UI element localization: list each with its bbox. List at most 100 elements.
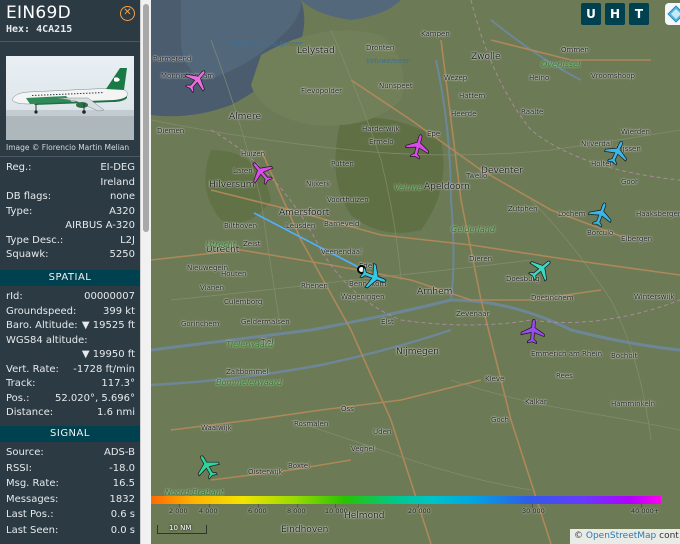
aircraft-icon-boxtel[interactable] [193,452,221,480]
attribution-osm-link[interactable]: OpenStreetMap [586,531,656,541]
map-water-label: Veluwemeer [366,57,410,65]
info-row-key: Messages: [6,493,59,505]
signal-section-header[interactable]: SIGNAL [0,426,140,442]
altitude-tick-label: 20 000 [408,507,431,515]
map-place-label: Amersfoort [279,208,330,218]
info-row: Distance: 1.6 nmi [6,406,135,420]
map-place-label: Dieren [469,255,493,263]
info-row-value: -1728 ft/min [73,363,135,375]
map-place-label: Bilthoven [224,222,258,230]
aircraft-icon-lochem[interactable] [587,200,615,228]
aircraft-icon-hilversum[interactable] [247,158,275,186]
photo-credit: Image © Florencio Martin Melian [6,143,130,152]
info-row: Groundspeed: 399 kt [6,305,135,319]
info-row-key: Pos.: [6,392,30,404]
info-row: Ireland [6,176,135,190]
info-row: Reg.: EI-DEG [6,161,135,175]
map-place-label: Oss [341,405,354,413]
altitude-tick-label: 10 000 [325,507,348,515]
map-place-label: Geldermalsen [241,318,290,326]
aircraft-icon-purmerend[interactable] [183,66,211,94]
attribution-copyright: © [574,531,583,541]
aircraft-icon-selected-ein69d[interactable] [359,262,389,292]
info-row-key: Distance: [6,407,54,418]
info-row-key: Track: [6,378,36,389]
altitude-tick-label: 6 000 [248,507,267,515]
map-place-label: Goor [621,178,638,186]
map-view[interactable]: PurmerendMonnickendamLelystadDrontenKamp… [151,0,680,544]
photo-divider [0,156,140,157]
info-row: Track: 117.3° [6,377,135,391]
aircraft-photo[interactable] [6,56,134,140]
info-row-key: Baro. Altitude: [6,320,78,331]
map-place-label: Arnhem [417,287,453,297]
map-place-label: Zevenaar [456,310,490,318]
map-place-label: Vroomshoop [591,72,635,80]
info-row-value: A320 [109,205,135,217]
map-button-t[interactable]: T [629,3,649,25]
aircraft-icon-rijssen[interactable] [603,138,631,166]
info-row: Source: ADS-B [6,446,135,460]
info-row: WGS84 altitude: [6,334,135,348]
info-row-value: Ireland [100,176,135,188]
info-row-value: none [110,191,135,202]
spatial-section-header[interactable]: SPATIAL [0,270,140,286]
info-row-key: Last Seen: [6,525,59,536]
map-place-label: Bocholt [611,352,638,360]
map-place-label: Oisterwijk [248,468,283,476]
info-row-value: 5250 [109,249,135,260]
info-row: Last Pos.: 0.6 s [6,508,135,522]
altitude-tick-label: 2 000 [169,507,188,515]
aircraft-icon-doesburg[interactable] [527,255,555,283]
map-place-label: Gorinchem [181,320,220,328]
map-region-label: Overijssel [541,60,581,69]
info-row-key: Last Pos.: [6,509,54,521]
map-place-label: Kalkar [525,398,547,406]
map-place-label: Dronten [366,44,395,52]
info-row-value: 0.0 s [110,525,135,536]
map-place-label: Rhenen [301,282,328,290]
map-place-label: Kampen [421,30,450,38]
map-place-label: Winterswijk [634,293,675,301]
info-row: Type Desc.: L2J [6,234,135,248]
map-place-label: Wierden [621,128,650,136]
map-place-label: Voorthuizen [327,196,369,204]
map-place-label: Zutphen [508,205,538,213]
info-row-key: Source: [6,447,44,458]
info-row: Baro. Altitude: ▼ 19525 ft [6,319,135,333]
map-place-label: Heerde [451,110,477,118]
hex-value: 4CA215 [36,24,73,35]
info-row-value: EI-DEG [100,162,135,173]
map-place-label: Flevopolder [301,87,343,95]
map-place-label: Twello [466,172,488,180]
sidebar-scrollbar[interactable] [140,0,151,544]
map-place-label: Nijmegen [396,347,439,357]
map-place-label: Hattem [459,92,486,100]
aircraft-icon-zevenaar[interactable] [519,317,547,345]
info-row-value: ▼ 19525 ft [81,320,135,331]
globe-layers-icon[interactable] [665,3,680,25]
map-place-label: Houten [221,270,247,278]
header-divider [0,41,140,42]
info-row-value: 16.5 [112,478,135,490]
map-place-label: Zeist [243,240,261,248]
map-button-h[interactable]: H [605,3,625,25]
map-region-label: Tielerwaard [226,340,274,349]
info-row-value: 00000007 [84,291,135,302]
info-row: Messages: 1832 [6,493,135,507]
aircraft-icon-harderwijk[interactable] [404,132,432,160]
map-button-u[interactable]: U [581,3,601,25]
map-place-label: Heino [529,74,550,82]
altitude-color-legend [151,496,661,504]
altitude-tick-label: 40 000+ [631,507,660,515]
scrollbar-thumb[interactable] [143,4,149,232]
info-row-value: 0.6 s [110,509,135,521]
info-row-value: -18.0 [109,462,135,474]
map-place-label: Barneveld [324,220,360,228]
info-row-key: RSSI: [6,462,32,474]
close-icon[interactable]: ✕ [120,6,135,21]
info-row-key: Type Desc.: [6,234,64,246]
map-region-label: Bommelerwaard [216,378,283,387]
info-row: ▼ 19950 ft [6,348,135,362]
map-place-label: Lelystad [297,46,335,56]
